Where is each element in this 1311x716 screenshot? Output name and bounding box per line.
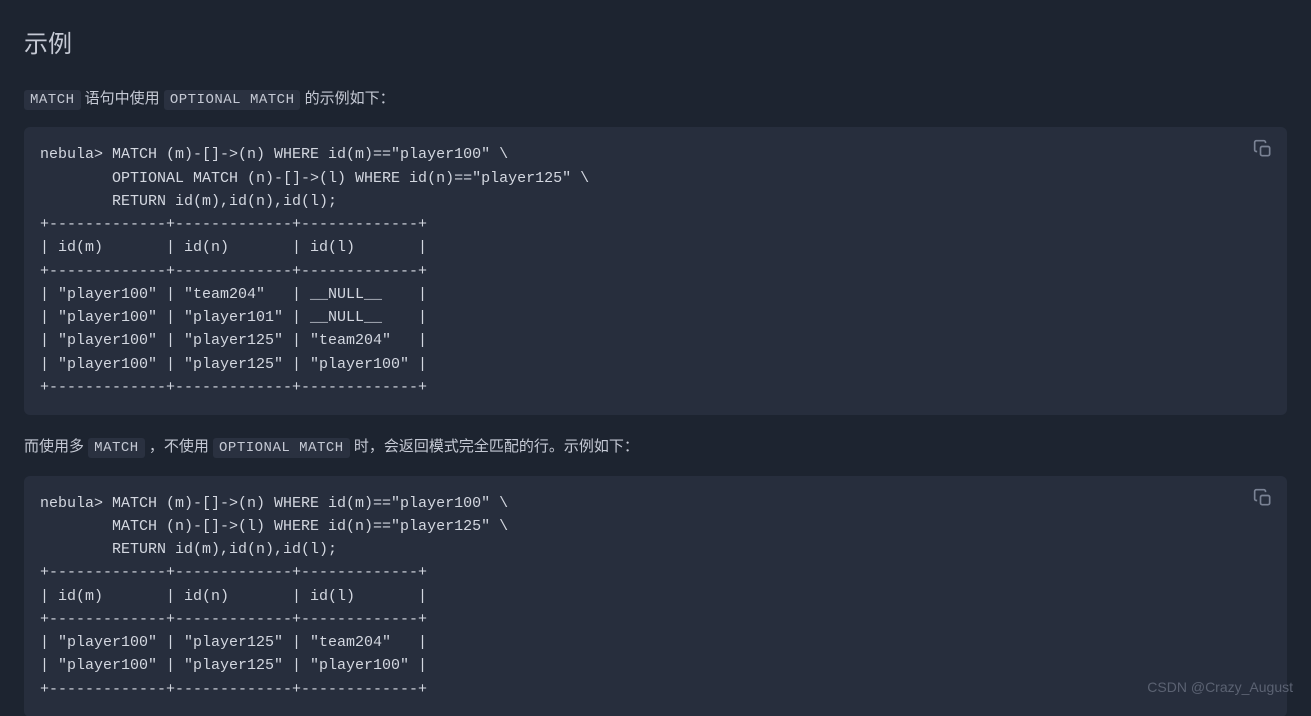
text-segment: 而使用多 [24, 438, 88, 455]
text-segment: ，不使用 [145, 438, 213, 455]
text-segment: 的示例如下： [300, 90, 394, 107]
copy-icon [1253, 139, 1273, 159]
inline-code-optional-match: OPTIONAL MATCH [164, 90, 301, 110]
copy-button[interactable] [1253, 488, 1273, 508]
text-segment: 语句中使用 [81, 90, 164, 107]
text-segment: 时，会返回模式完全匹配的行。示例如下： [350, 438, 639, 455]
inline-code-match: MATCH [24, 90, 81, 110]
inline-code-optional-match: OPTIONAL MATCH [213, 438, 350, 458]
watermark: CSDN @Crazy_August [1147, 679, 1293, 695]
description-1: MATCH 语句中使用 OPTIONAL MATCH 的示例如下： [24, 87, 1287, 111]
code-block-1: nebula> MATCH (m)-[]->(n) WHERE id(m)=="… [24, 127, 1287, 415]
copy-button[interactable] [1253, 139, 1273, 159]
section-title: 示例 [24, 24, 1287, 59]
copy-icon [1253, 488, 1273, 508]
inline-code-match: MATCH [88, 438, 145, 458]
code-content-1: nebula> MATCH (m)-[]->(n) WHERE id(m)=="… [40, 143, 1271, 399]
code-block-2: nebula> MATCH (m)-[]->(n) WHERE id(m)=="… [24, 476, 1287, 716]
code-content-2: nebula> MATCH (m)-[]->(n) WHERE id(m)=="… [40, 492, 1271, 701]
description-2: 而使用多 MATCH ，不使用 OPTIONAL MATCH 时，会返回模式完全… [24, 435, 1287, 459]
